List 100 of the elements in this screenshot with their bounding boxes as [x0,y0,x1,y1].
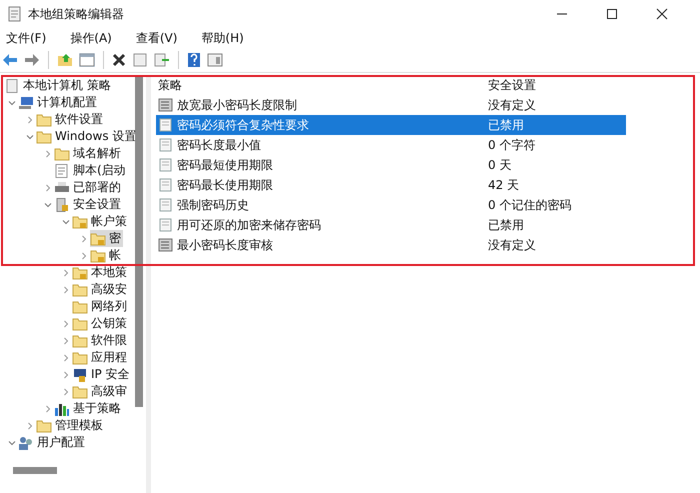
table-cell-text: 0 个字符 [488,136,536,154]
menu-item[interactable]: 查看(V) [134,30,188,46]
folder-icon [72,282,88,296]
policy-document-icon [158,178,174,192]
chevron-right-icon[interactable] [62,354,70,362]
tree-item[interactable]: 域名解析 [54,145,123,162]
tree-item[interactable]: IP 安全 [72,366,132,383]
security-icon [54,198,70,212]
chevron-down-icon[interactable] [8,98,16,106]
script-icon [54,164,70,178]
chevron-right-icon[interactable] [44,184,52,192]
folder-icon [72,334,88,348]
menu-item[interactable]: 操作(A) [68,30,122,46]
locked-folder-icon [90,232,106,246]
app-icon [8,6,22,22]
policy-document-icon [4,78,20,92]
policy-document-icon [158,198,174,212]
table-row[interactable]: 密码必须符合复杂性要求 已禁用 [156,115,626,135]
policy-document-icon [158,218,174,232]
chevron-down-icon[interactable] [62,218,70,226]
folder-icon [72,384,88,398]
folder-icon [36,112,52,126]
table-row[interactable]: 用可还原的加密来储存密码 已禁用 [156,215,626,235]
tree-item[interactable]: 基于策略 [54,400,123,417]
tree-item[interactable]: 已部署的 [54,179,123,196]
tree-item[interactable]: 公钥策 [72,315,129,332]
chevron-right-icon[interactable] [62,320,70,328]
tree-item[interactable]: 网络列 [72,298,129,315]
scrollbar-thumb[interactable] [13,467,57,474]
policy-setting-icon [158,98,174,112]
chevron-right-icon[interactable] [62,286,70,294]
policy-setting-icon [158,238,174,252]
tree-item[interactable]: 帐 [90,247,123,264]
chevron-right-icon[interactable] [62,268,70,276]
close-icon[interactable] [656,8,668,20]
table-row[interactable]: 密码最短使用期限 0 天 [156,155,626,175]
delete-icon[interactable] [112,53,126,67]
scrollbar-thumb[interactable] [135,77,143,407]
table-cell-text: 已禁用 [488,116,525,134]
locked-folder-icon [90,248,106,262]
locked-folder-icon [72,266,88,280]
tree-item[interactable]: 高级审 [72,383,129,400]
chevron-right-icon[interactable] [44,150,52,158]
tree-item[interactable]: 安全设置 [54,196,123,213]
network-security-icon [72,368,88,382]
table-row[interactable]: 密码最长使用期限 42 天 [156,175,626,195]
folder-icon [54,146,70,160]
tree-item[interactable]: 应用程 [72,349,129,366]
table-cell-text: 没有定义 [488,96,537,114]
table-row[interactable]: 放宽最小密码长度限制 没有定义 [156,95,626,115]
locked-folder-icon [72,214,88,228]
printer-icon [54,180,70,194]
chevron-right-icon[interactable] [80,234,88,242]
table-cell-text: 已禁用 [488,216,525,234]
table-cell: 放宽最小密码长度限制 [177,96,297,114]
folder-icon [72,316,88,330]
tree-item[interactable]: 密 [90,230,123,247]
chevron-down-icon[interactable] [44,200,52,208]
policy-document-icon [158,158,174,172]
tree-item[interactable]: 帐户策 [72,213,129,230]
back-arrow-icon[interactable] [2,53,18,67]
tree-item[interactable]: 本地计算机 策略 [4,77,113,94]
tree-item[interactable]: 管理模板 [36,417,105,434]
table-cell-text: 0 个记住的密码 [488,196,572,214]
computer-icon [18,96,34,110]
chevron-down-icon[interactable] [8,438,16,446]
table-row[interactable]: 最小密码长度审核 没有定义 [156,235,626,255]
tree-item[interactable]: 用户配置 [18,434,87,451]
chevron-right-icon[interactable] [80,252,88,260]
chevron-right-icon[interactable] [26,422,34,430]
table-row[interactable]: 密码长度最小值 0 个字符 [156,135,626,155]
bar-chart-icon [54,402,70,416]
chevron-right-icon[interactable] [62,388,70,396]
tree-item[interactable]: 本地策 [72,264,129,281]
table-row[interactable]: 强制密码历史 0 个记住的密码 [156,195,626,215]
help-icon[interactable] [187,52,201,68]
chevron-down-icon[interactable] [26,132,34,140]
maximize-icon[interactable] [606,8,618,20]
tree-item[interactable]: 计算机配置 [18,94,99,111]
menu-item[interactable]: 文件(F) [4,30,56,46]
tree-item[interactable]: 软件设置 [36,111,105,128]
table-cell: 密码长度最小值 [177,136,261,154]
forward-arrow-icon[interactable] [24,53,40,67]
tree-item[interactable]: 软件限 [72,332,129,349]
column-header[interactable]: 策略 [156,76,488,94]
menu-item[interactable]: 帮助(H) [199,30,254,46]
column-header[interactable]: 安全设置 [488,76,626,94]
tree-item[interactable]: Windows 设置 [36,128,138,145]
chevron-right-icon[interactable] [26,116,34,124]
tree-item[interactable]: 脚本(启动 [54,162,128,179]
tree-item[interactable]: 高级安 [72,281,129,298]
table-cell: 密码必须符合复杂性要求 [177,116,309,134]
table-cell: 用可还原的加密来储存密码 [177,216,321,234]
table-cell: 强制密码历史 [177,196,249,214]
chevron-right-icon[interactable] [44,404,52,412]
table-cell-text: 没有定义 [488,236,537,254]
chevron-right-icon[interactable] [62,336,70,344]
chevron-right-icon[interactable] [62,370,70,378]
table-cell: 最小密码长度审核 [177,236,273,254]
folder-up-icon[interactable] [57,53,73,67]
